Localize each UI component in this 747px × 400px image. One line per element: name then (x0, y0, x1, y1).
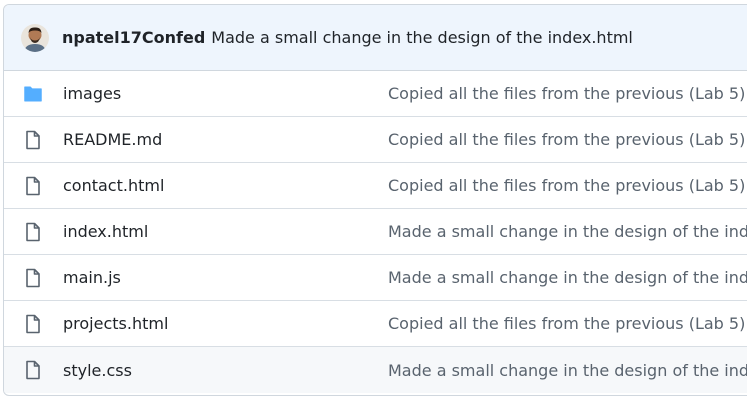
file-commit-message[interactable]: Made a small change in the design of the… (388, 222, 747, 241)
file-row-index[interactable]: index.html Made a small change in the de… (4, 209, 747, 255)
latest-commit-bar: npatel17Confed Made a small change in th… (4, 5, 747, 71)
commit-author-link[interactable]: npatel17Confed (62, 28, 205, 47)
file-icon (22, 268, 44, 288)
file-commit-message[interactable]: Made a small change in the design of the… (388, 361, 747, 380)
file-name[interactable]: index.html (63, 222, 148, 241)
file-commit-message[interactable]: Made a small change in the design of the… (388, 268, 747, 287)
file-name[interactable]: contact.html (63, 176, 164, 195)
commit-message-link[interactable]: Made a small change in the design of the… (211, 28, 633, 47)
file-commit-message[interactable]: Copied all the files from the previous (… (388, 130, 747, 149)
file-icon (22, 314, 44, 334)
file-name[interactable]: README.md (63, 130, 162, 149)
file-row-contact[interactable]: contact.html Copied all the files from t… (4, 163, 747, 209)
file-row-projects[interactable]: projects.html Copied all the files from … (4, 301, 747, 347)
file-list: images Copied all the files from the pre… (4, 71, 747, 393)
file-row-images[interactable]: images Copied all the files from the pre… (4, 71, 747, 117)
file-name[interactable]: style.css (63, 361, 132, 380)
file-icon (22, 360, 44, 380)
file-name[interactable]: projects.html (63, 314, 168, 333)
file-icon (22, 176, 44, 196)
file-icon (22, 222, 44, 242)
file-commit-message[interactable]: Copied all the files from the previous (… (388, 84, 747, 103)
folder-icon (22, 84, 44, 104)
file-name[interactable]: images (63, 84, 121, 103)
file-icon (22, 130, 44, 150)
file-row-style[interactable]: style.css Made a small change in the des… (4, 347, 747, 393)
file-commit-message[interactable]: Copied all the files from the previous (… (388, 176, 747, 195)
file-row-main[interactable]: main.js Made a small change in the desig… (4, 255, 747, 301)
file-commit-message[interactable]: Copied all the files from the previous (… (388, 314, 747, 333)
user-avatar[interactable] (21, 23, 49, 52)
file-browser: npatel17Confed Made a small change in th… (3, 4, 747, 396)
file-name[interactable]: main.js (63, 268, 121, 287)
file-row-readme[interactable]: README.md Copied all the files from the … (4, 117, 747, 163)
